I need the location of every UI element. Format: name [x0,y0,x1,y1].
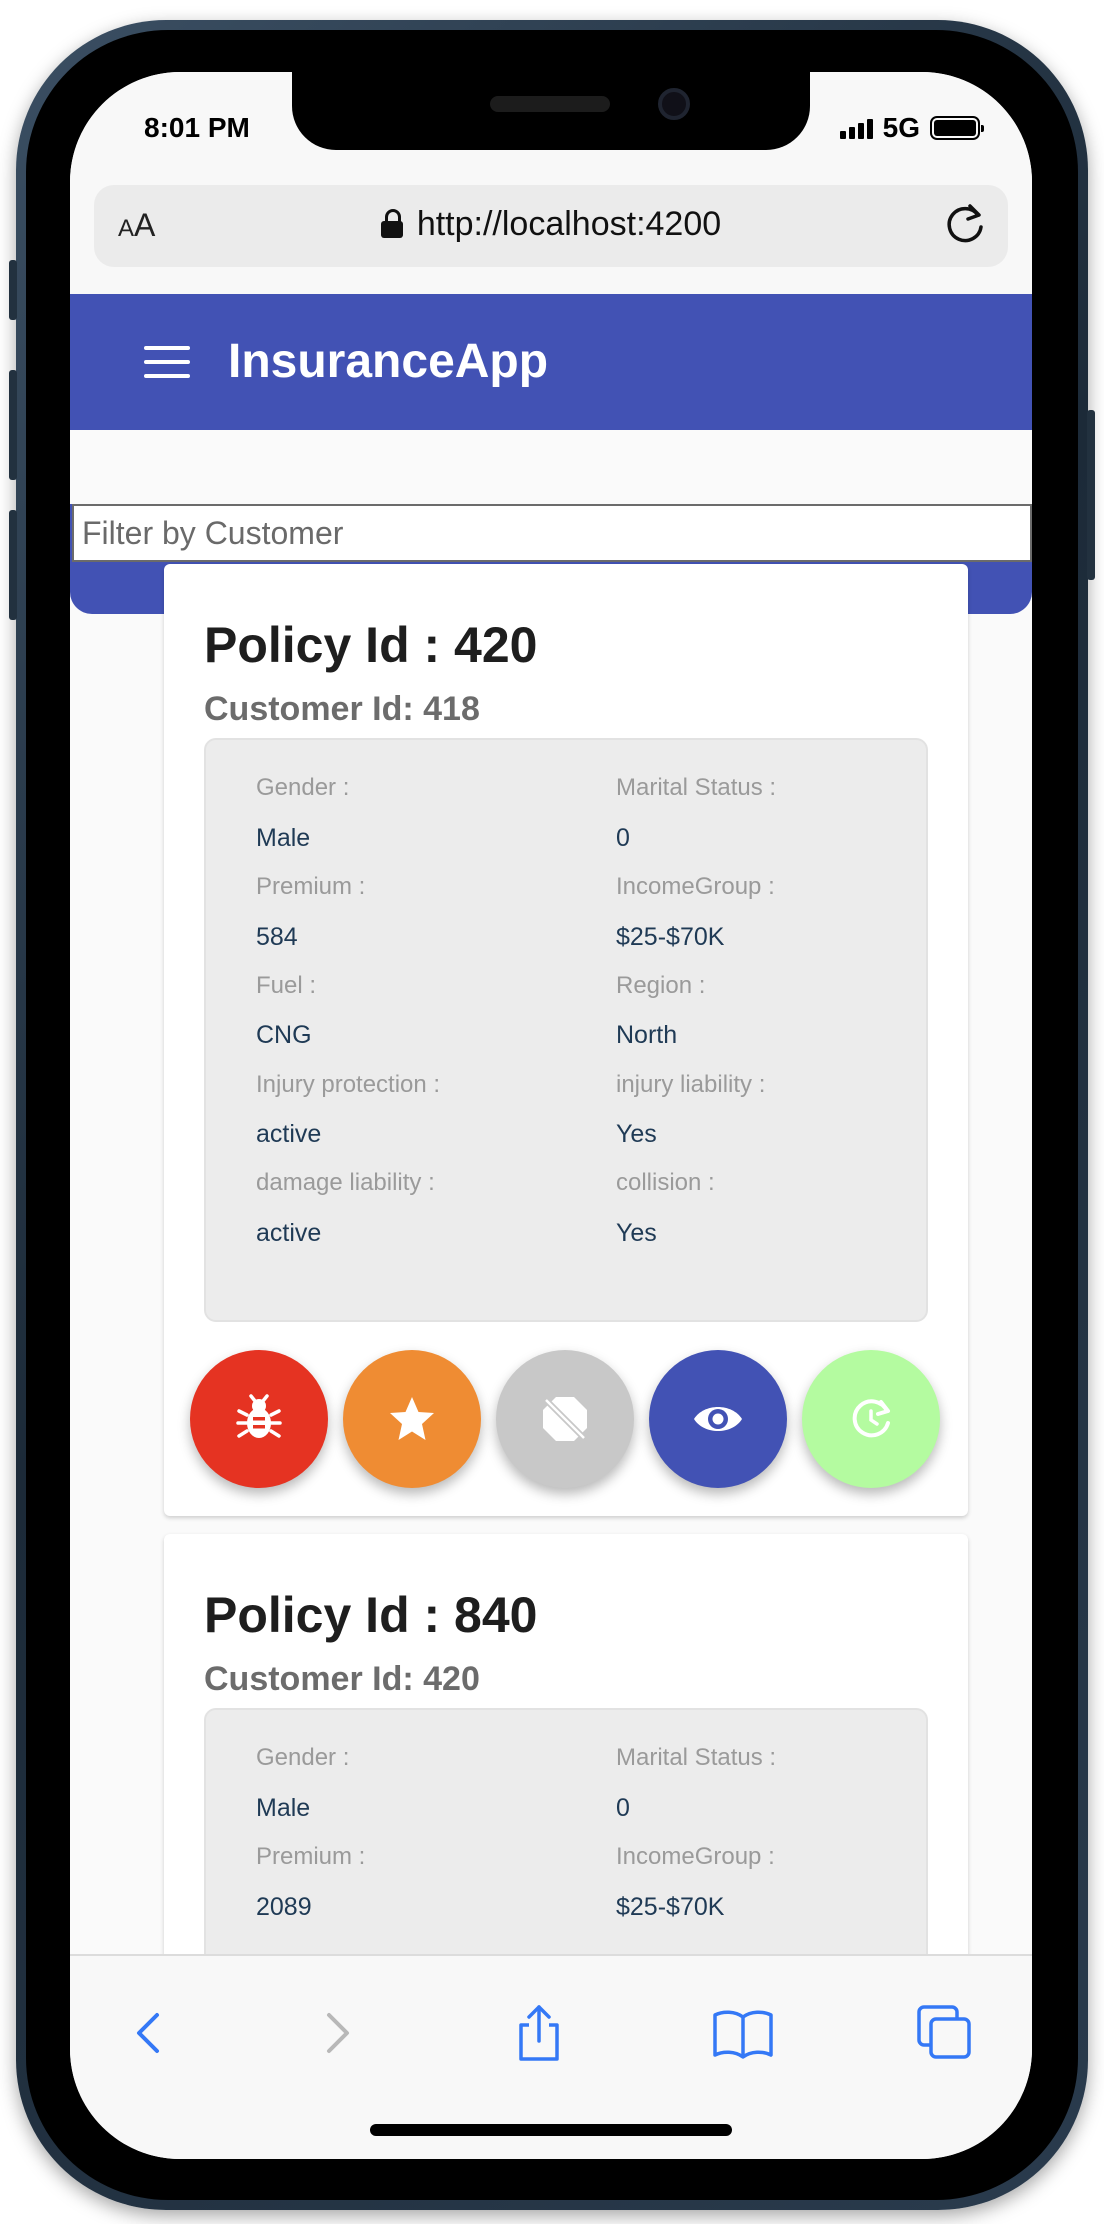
bookmarks-button[interactable] [708,1998,778,2068]
restore-icon [852,1399,890,1438]
home-indicator[interactable] [370,2124,732,2136]
policy-id-title: Policy Id : 420 [204,617,538,673]
status-time: 8:01 PM [144,112,250,143]
injury-protection-label: Injury protection : [256,1071,441,1098]
share-button[interactable] [504,1998,574,2068]
block-icon [542,1396,588,1442]
customer-id-subtitle: Customer Id: 420 [204,1660,480,1698]
customer-filter-input[interactable] [72,504,1032,562]
address-bar[interactable]: AA http://localhost:4200 [94,185,1008,267]
marital-status-label: Marital Status : [616,774,777,801]
income-group-value: $25-$70K [616,923,725,951]
policy-details-panel: Gender : Male Marital Status : 0 Premium… [204,738,928,1322]
main-content[interactable]: Policy Id : 420 Customer Id: 418 Gender … [70,430,1032,2020]
income-group-label: IncomeGroup : [616,1843,775,1870]
gender-value: Male [256,824,311,852]
browser-toolbar [70,1954,1032,2159]
premium-label: Premium : [256,1843,366,1870]
notch [292,72,810,150]
lock-icon [380,209,403,239]
front-camera [658,88,690,120]
policy-action-buttons [190,1350,942,1490]
marital-status-value: 0 [616,824,630,852]
status-indicators: 5G [839,112,984,144]
report-bug-button[interactable] [190,1350,328,1488]
tabs-icon [917,2005,971,2059]
battery-icon [930,116,984,140]
collision-label: collision : [616,1169,715,1196]
restore-policy-button[interactable] [802,1350,940,1488]
back-icon [137,2013,159,2053]
gender-label: Gender : [256,774,350,801]
gender-value: Male [256,1794,311,1822]
forward-icon [327,2013,349,2053]
back-button[interactable] [114,1998,184,2068]
collision-value: Yes [616,1219,657,1247]
premium-value: 2089 [256,1893,312,1921]
network-type: 5G [882,112,920,143]
disable-policy-button[interactable] [496,1350,634,1488]
volume-down-button [9,510,17,620]
fuel-label: Fuel : [256,972,317,999]
reload-icon[interactable] [940,199,990,249]
injury-protection-value: active [256,1120,322,1148]
income-group-label: IncomeGroup : [616,873,775,900]
injury-liability-value: Yes [616,1120,657,1148]
url-text: http://localhost:4200 [416,205,722,243]
marital-status-label: Marital Status : [616,1744,777,1771]
url-display[interactable]: http://localhost:4200 [94,205,1008,244]
gender-label: Gender : [256,1744,350,1771]
speaker [490,96,610,112]
mute-switch [9,260,17,320]
customer-id-subtitle: Customer Id: 418 [204,690,480,728]
region-value: North [616,1021,678,1049]
forward-button[interactable] [302,1998,372,2068]
policy-card: Policy Id : 420 Customer Id: 418 Gender … [164,564,968,1516]
power-button [1087,410,1095,580]
tabs-button[interactable] [910,1998,980,2068]
volume-up-button [9,370,17,480]
share-icon [519,2005,559,2061]
fuel-value: CNG [256,1021,312,1049]
app-title: InsuranceApp [228,335,549,388]
premium-value: 584 [256,923,298,951]
policy-id-title: Policy Id : 840 [204,1587,538,1643]
menu-icon[interactable] [144,346,190,380]
bug-icon [236,1394,282,1438]
app-toolbar: InsuranceApp [70,294,1032,430]
region-label: Region : [616,972,706,999]
policy-card: Policy Id : 840 Customer Id: 420 Gender … [164,1534,968,2020]
status-bar: 8:01 PM 5G [70,72,1032,182]
signal-icon [839,117,873,139]
phone-screen: 8:01 PM 5G AA http://localhost:4200 Insu… [70,72,1032,2159]
premium-label: Premium : [256,873,366,900]
injury-liability-label: injury liability : [616,1071,766,1098]
favorite-button[interactable] [343,1350,481,1488]
bookmarks-icon [713,2010,773,2059]
damage-liability-label: damage liability : [256,1169,435,1196]
star-icon [390,1397,434,1440]
income-group-value: $25-$70K [616,1893,725,1921]
marital-status-value: 0 [616,1794,630,1822]
eye-icon [694,1407,742,1431]
view-policy-button[interactable] [649,1350,787,1488]
damage-liability-value: active [256,1219,322,1247]
